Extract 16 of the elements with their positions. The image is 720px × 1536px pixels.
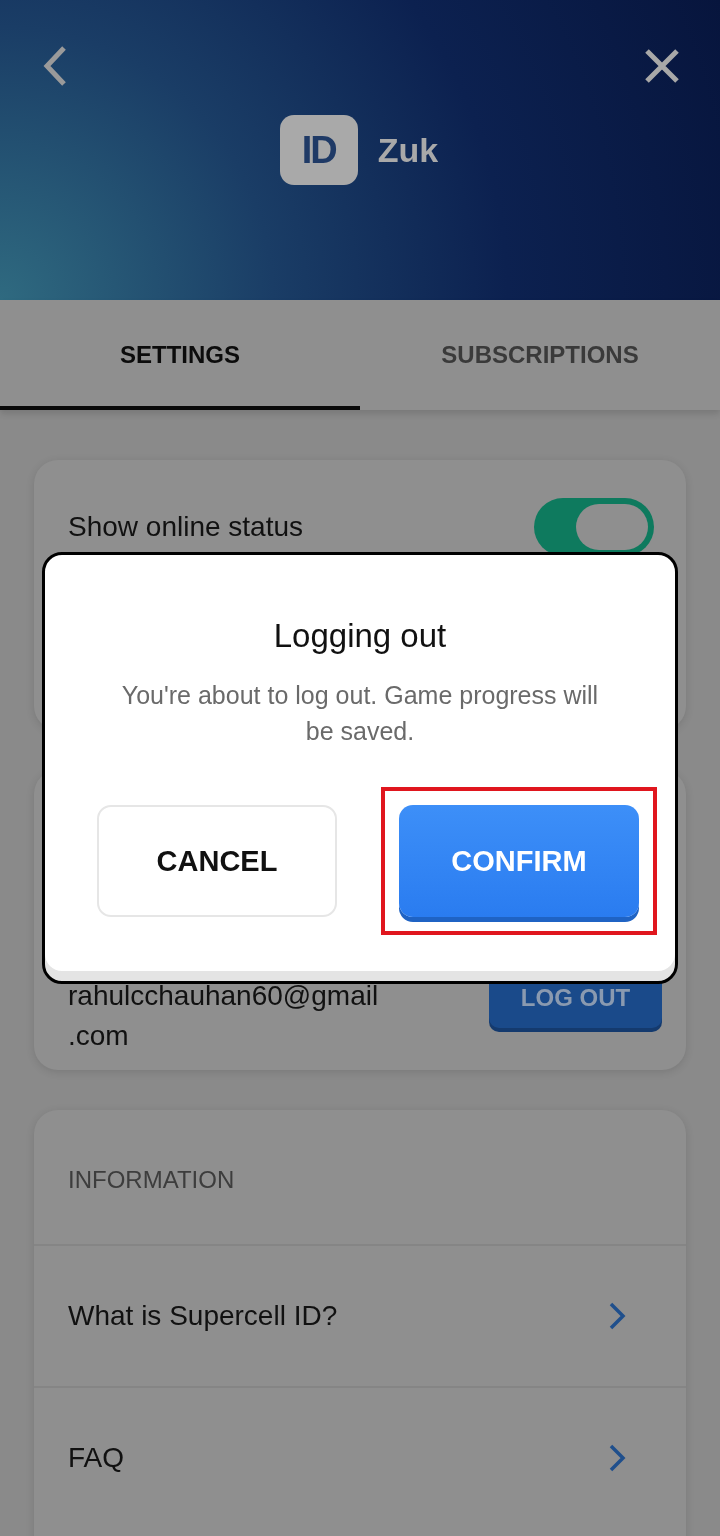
menu-item[interactable]: What is Supercell ID? [34,1244,686,1386]
id-logo: ID [279,115,358,185]
cancel-button[interactable]: CANCEL [97,805,337,917]
dialog-title: Logging out [272,617,448,655]
back-icon[interactable] [42,45,68,87]
dialog-message: You're about to log out. Game progress will be saved. [120,680,600,747]
setting-label: Show online status [68,511,304,543]
chevron-icon [608,1301,626,1331]
menu-item[interactable]: FAQ [34,1386,686,1528]
tab[interactable]: SUBSCRIPTIONS [360,300,720,410]
close-icon[interactable] [644,48,680,84]
chevron-icon [608,1443,626,1473]
profile-name: Zuk [377,130,439,170]
email-text: rahulcchauhan60@gmail .com [68,979,379,1053]
tab[interactable]: SETTINGS [0,300,360,410]
section-heading: INFORMATION [67,1165,236,1195]
